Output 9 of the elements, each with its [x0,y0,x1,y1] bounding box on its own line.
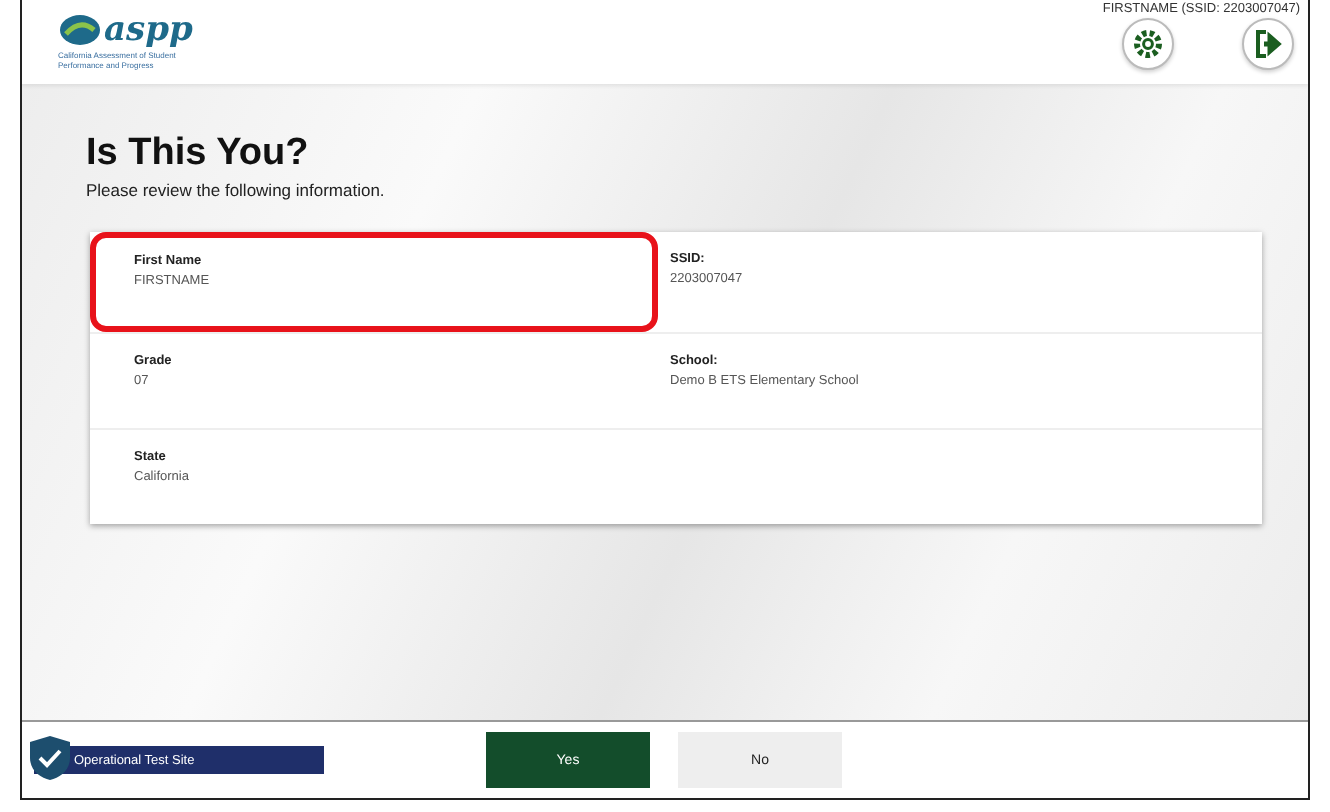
logo-emblem-icon [58,14,102,46]
settings-button[interactable] [1122,18,1174,70]
settings-icon [1132,28,1164,60]
page-title: Is This You? [86,132,311,176]
page-subtitle: Please review the following information. [86,180,387,200]
shield-check-icon [28,734,72,782]
logout-button[interactable] [1242,18,1294,70]
logo-text: aspp [104,12,193,48]
logout-icon [1252,28,1284,60]
